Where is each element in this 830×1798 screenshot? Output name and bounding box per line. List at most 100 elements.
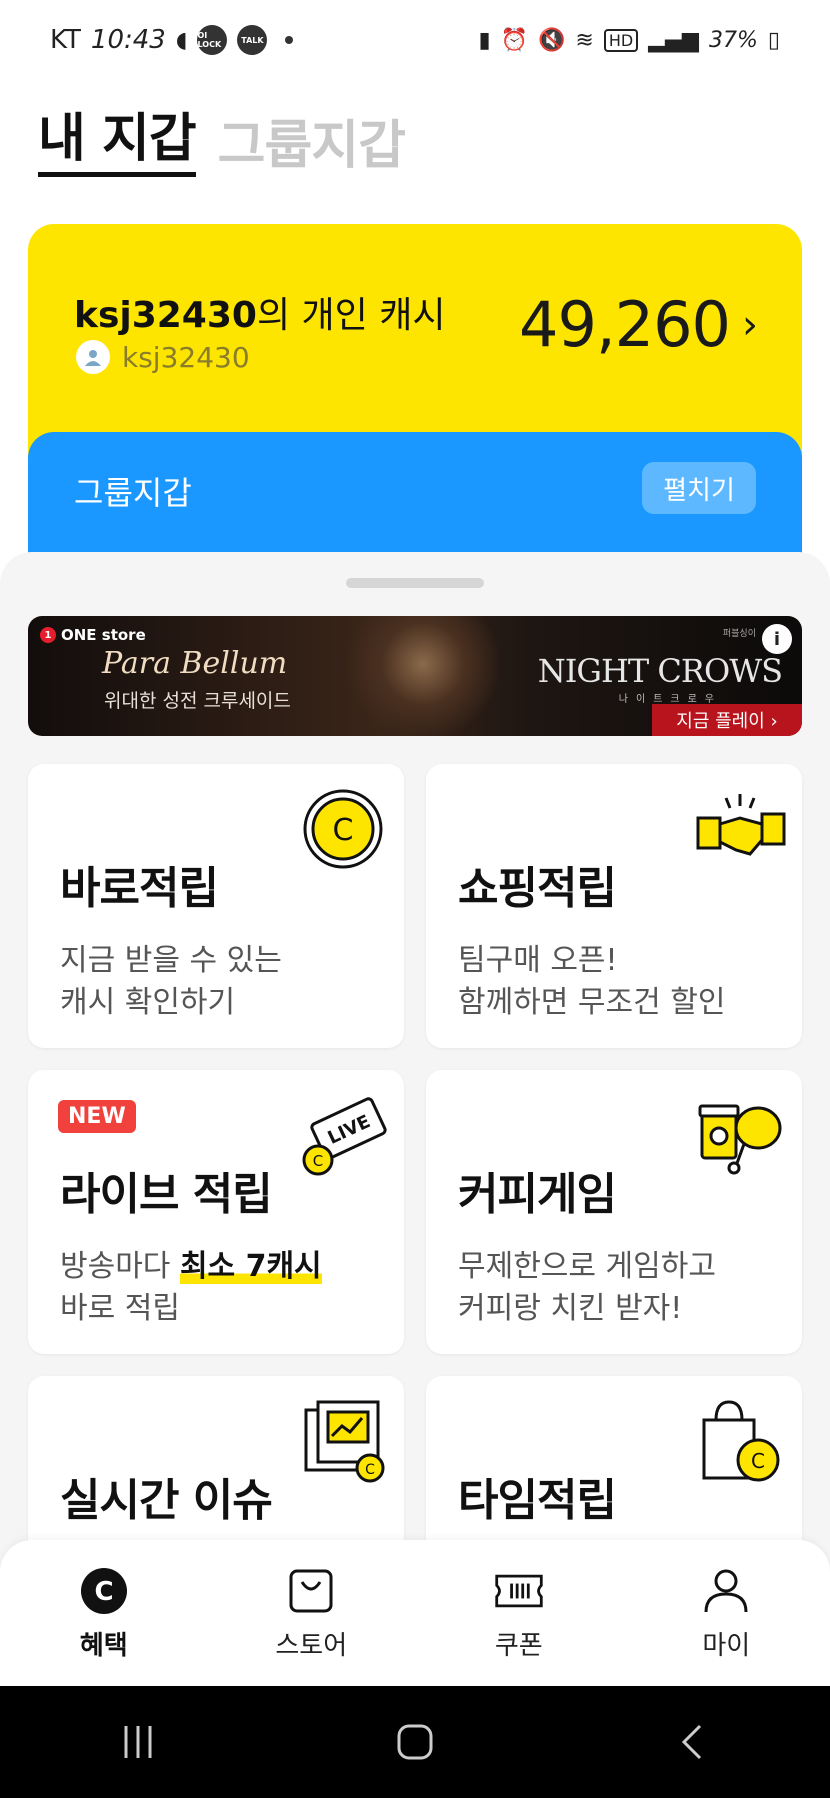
cash-user-row: ksj32430 — [76, 340, 250, 374]
cash-coin-icon: C — [78, 1565, 130, 1617]
nav-label: 마이 — [702, 1630, 751, 1661]
card-desc-line: 방송마다 최소 7캐시 — [60, 1246, 322, 1288]
card-instant-reward[interactable]: C 바로적립 지금 받을 수 있는 캐시 확인하기 — [28, 764, 404, 1048]
cash-balance: 49,260 — [519, 288, 731, 361]
nav-benefits[interactable]: C 혜택 — [29, 1565, 179, 1662]
card-desc-line: 지금 받을 수 있는 — [60, 943, 282, 978]
card-desc-line: 함께하면 무조건 할인 — [458, 985, 726, 1020]
onestore-logo: 1 ONE store — [40, 626, 146, 644]
shopping-bag-clock-icon: C — [702, 1400, 780, 1482]
card-desc-line: 무제한으로 게임하고 — [458, 1249, 716, 1284]
recent-apps-button[interactable] — [88, 1712, 188, 1772]
recent-apps-icon — [124, 1726, 152, 1758]
card-live-reward[interactable]: NEW LIVE C 라이브 적립 방송마다 최소 7캐시 바로 적립 — [28, 1070, 404, 1354]
card-coffee-game[interactable]: 커피게임 무제한으로 게임하고 커피랑 치킨 받자! — [426, 1070, 802, 1354]
ticket-icon — [493, 1565, 545, 1617]
svg-text:C: C — [94, 1577, 113, 1607]
card-desc-line: 팀구매 오픈! — [458, 943, 618, 978]
battery-icon: ▯ — [767, 27, 780, 53]
card-desc: 팀구매 오픈! 함께하면 무조건 할인 — [458, 940, 725, 1024]
cash-title-suffix: 의 개인 캐시 — [256, 295, 446, 336]
card-title: 커피게임 — [458, 1169, 617, 1220]
app-notification-icon: ◖ — [175, 27, 188, 53]
mute-icon: 🔇 — [538, 27, 566, 53]
banner-subtitle: 위대한 성전 크루세이드 — [104, 690, 291, 712]
battery-saver-icon: ▮ — [478, 27, 491, 53]
card-desc: 지금 받을 수 있는 캐시 확인하기 — [60, 940, 282, 1024]
status-right: ▮ ⏰ 🔇 ≋ HD ▂▄▆ 37% ▯ — [479, 28, 781, 53]
card-desc: 방송마다 최소 7캐시 바로 적립 — [60, 1246, 322, 1330]
banner-title: Para Bellum — [102, 646, 288, 681]
signal-icon: ▂▄▆ — [648, 27, 699, 53]
cash-owner-id: ksj32430 — [74, 295, 257, 336]
svg-text:C: C — [365, 1462, 375, 1478]
bag-icon — [285, 1565, 337, 1617]
onestore-icon: 1 — [40, 627, 56, 643]
banner-character-image — [348, 616, 498, 736]
system-navigation-bar — [0, 1686, 830, 1798]
home-button[interactable] — [365, 1712, 465, 1772]
svg-text:C: C — [313, 1152, 323, 1170]
info-icon[interactable]: i — [762, 624, 792, 654]
banner-brand: NIGHT CROWS — [537, 652, 783, 690]
banner-play-button[interactable]: 지금 플레이 › — [652, 704, 802, 736]
ad-banner[interactable]: 1 ONE store Para Bellum 위대한 성전 크루세이드 퍼블싱… — [28, 616, 802, 736]
bottom-navigation: C 혜택 스토어 쿠폰 마이 — [0, 1540, 830, 1686]
card-desc: 무제한으로 게임하고 커피랑 치킨 받자! — [458, 1246, 716, 1330]
nav-label: 스토어 — [275, 1630, 348, 1661]
nav-my[interactable]: 마이 — [651, 1565, 801, 1662]
svg-text:C: C — [751, 1449, 765, 1473]
back-icon — [681, 1724, 701, 1760]
clock: 10:43 — [90, 25, 166, 55]
battery-percent: 37% — [708, 27, 758, 53]
expand-button[interactable]: 펼치기 — [642, 462, 756, 514]
handshake-icon — [696, 794, 786, 856]
person-icon — [700, 1565, 752, 1617]
cash-amount[interactable]: 49,260 › — [519, 288, 758, 361]
card-title: 실시간 이슈 — [60, 1475, 273, 1526]
wifi-icon: ≋ — [575, 27, 594, 53]
chevron-right-icon: › — [742, 301, 758, 348]
tab-my-wallet[interactable]: 내 지갑 — [38, 108, 197, 177]
card-title: 쇼핑적립 — [458, 863, 617, 914]
avatar — [76, 340, 110, 374]
card-title: 바로적립 — [60, 863, 219, 914]
sheet-drag-handle[interactable] — [346, 578, 484, 588]
card-desc-line: 바로 적립 — [60, 1291, 180, 1326]
kakaotalk-icon: TALK — [237, 25, 268, 55]
coffee-chicken-icon — [698, 1104, 782, 1175]
alarm-icon: ⏰ — [500, 27, 529, 53]
card-desc-highlight: 최소 7캐시 — [179, 1249, 322, 1284]
newspaper-chart-icon: C — [304, 1400, 385, 1483]
group-wallet-label: 그룹지갑 — [74, 474, 192, 512]
nav-store[interactable]: 스토어 — [236, 1565, 386, 1662]
card-title: 라이브 적립 — [60, 1169, 273, 1220]
card-shopping-reward[interactable]: 쇼핑적립 팀구매 오픈! 함께하면 무조건 할인 — [426, 764, 802, 1048]
onestore-label: ONE store — [61, 626, 146, 644]
coin-icon: C — [303, 789, 383, 869]
more-notifications-dot — [285, 36, 294, 44]
card-desc-text: 방송마다 — [60, 1249, 180, 1284]
home-icon — [397, 1724, 433, 1760]
hd-voice-icon: HD — [603, 28, 639, 52]
oilock-icon: OI LOCK — [197, 25, 228, 55]
nav-label: 혜택 — [79, 1630, 128, 1661]
live-ticket-icon: LIVE C — [302, 1097, 387, 1176]
cash-card-title: ksj32430의 개인 캐시 — [74, 286, 445, 338]
cash-username: ksj32430 — [122, 340, 250, 374]
card-desc-line: 캐시 확인하기 — [60, 985, 236, 1020]
nav-coupon[interactable]: 쿠폰 — [444, 1565, 594, 1662]
card-title: 타임적립 — [458, 1475, 617, 1526]
svg-text:C: C — [333, 813, 354, 848]
nav-label: 쿠폰 — [494, 1630, 543, 1661]
status-bar: KT 10:43 ◖ OI LOCK TALK ▮ ⏰ 🔇 ≋ HD ▂▄▆ 3… — [0, 0, 830, 80]
banner-brand-sub: 나이트크로우 — [618, 694, 722, 705]
back-button[interactable] — [642, 1712, 742, 1772]
status-left: KT 10:43 ◖ OI LOCK TALK — [50, 25, 294, 55]
banner-publisher-tag: 퍼블싱이 — [722, 629, 756, 639]
wallet-tabs: 내 지갑 그룹지갑 — [38, 108, 406, 177]
tab-group-wallet[interactable]: 그룹지갑 — [218, 115, 406, 177]
new-badge: NEW — [58, 1100, 136, 1133]
carrier-label: KT — [50, 25, 81, 55]
card-desc-line: 커피랑 치킨 받자! — [458, 1291, 683, 1326]
